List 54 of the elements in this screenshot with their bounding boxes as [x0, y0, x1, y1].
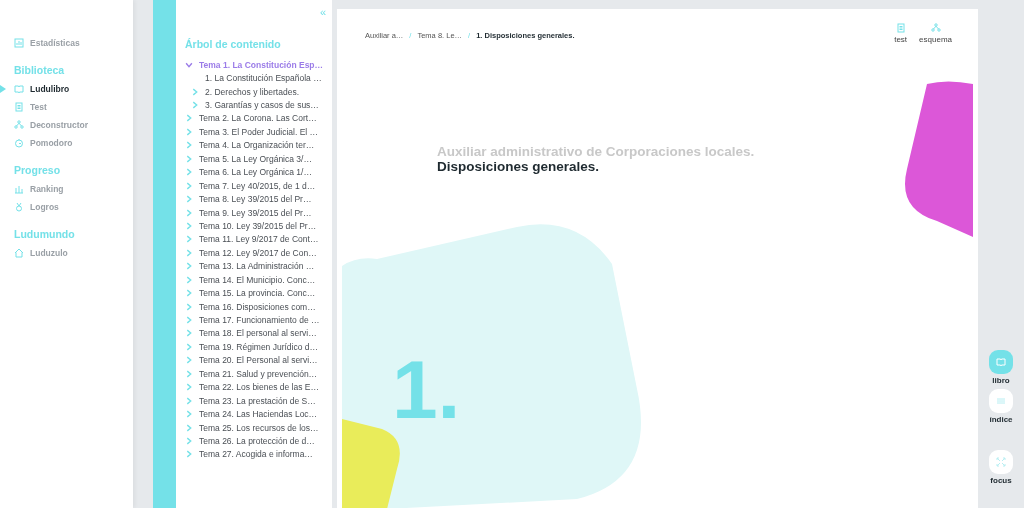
toolbar-button[interactable]: esquema	[919, 23, 952, 44]
tree-item[interactable]: Tema 27. Acogida e informa…	[185, 447, 332, 462]
tree-item[interactable]: Tema 24. Las Haciendas Loc…	[185, 407, 332, 421]
rail-button[interactable]: índice	[989, 389, 1013, 424]
medal-icon	[14, 202, 24, 212]
tree-item[interactable]: Tema 14. El Municipio. Conc…	[185, 273, 332, 287]
tree-item[interactable]: Tema 2. La Corona. Las Cort…	[185, 111, 332, 126]
tree-item[interactable]: Tema 10. Ley 39/2015 del Pr…	[185, 219, 332, 233]
nodes-icon	[14, 120, 24, 130]
clock-icon	[14, 138, 24, 148]
tree-item[interactable]: Tema 12. Ley 9/2017 de Con…	[185, 246, 332, 260]
sidebar-section-title: Ludumundo	[13, 227, 76, 242]
sidebar-section-title: Progreso	[13, 163, 62, 178]
tree-title: Árbol de contenido	[185, 38, 282, 50]
toolbar-button[interactable]: test	[894, 23, 908, 44]
rail-button[interactable]: libro	[989, 350, 1013, 385]
tree-item[interactable]: Tema 20. El Personal al servi…	[185, 353, 332, 368]
tree-item[interactable]: Tema 4. La Organización ter…	[185, 138, 332, 153]
tree-item[interactable]: Tema 19. Régimen Jurídico d…	[185, 340, 332, 354]
tree-item[interactable]: Tema 13. La Administración …	[185, 259, 332, 273]
page-title: Disposiciones generales.	[437, 159, 601, 174]
nodes-icon	[930, 23, 941, 33]
tree-item[interactable]: Tema 17. Funcionamiento de …	[185, 313, 332, 327]
tree-item[interactable]: Tema 18. El personal al servi…	[185, 326, 332, 341]
chapter-number: 1.	[392, 349, 461, 431]
pointer-icon	[0, 85, 6, 93]
tree-item[interactable]: Tema 22. Los bienes de las E…	[185, 380, 332, 394]
tree-item[interactable]: Tema 23. La prestación de S…	[185, 393, 332, 408]
tree-item[interactable]: Tema 3. El Poder Judicial. El …	[185, 125, 332, 139]
tree-item[interactable]: 1. La Constitución Española …	[185, 71, 332, 85]
book-icon	[14, 84, 24, 94]
chart-icon	[14, 38, 24, 48]
tree-item[interactable]: Tema 11. Ley 9/2017 de Cont…	[185, 232, 332, 247]
tree-item[interactable]: Tema 26. La protección de d…	[185, 434, 332, 448]
document-icon	[14, 102, 24, 112]
tree-item[interactable]: Tema 15. La provincia. Conc…	[185, 286, 332, 300]
tree-item[interactable]: Tema 5. La Ley Orgánica 3/…	[185, 152, 332, 166]
bar-chart-icon	[14, 184, 24, 194]
tree-item[interactable]: Tema 7. Ley 40/2015, de 1 d…	[185, 178, 332, 193]
sidebar-section-title: Biblioteca	[13, 63, 66, 78]
tree-item[interactable]: Tema 9. Ley 39/2015 del Pr…	[185, 205, 332, 220]
tree-item[interactable]: Tema 25. Los recursos de los…	[185, 420, 332, 435]
expand-icon	[996, 457, 1006, 467]
tree-item[interactable]: 2. Derechos y libertades.	[185, 84, 332, 99]
book-icon	[996, 357, 1006, 367]
sidebar-item[interactable]: Ludulibro	[0, 80, 133, 98]
home-icon	[14, 248, 24, 258]
document-icon	[895, 23, 906, 33]
tree-item[interactable]: Tema 16. Disposiciones com…	[185, 299, 332, 314]
tree-item[interactable]: Tema 6. La Ley Orgánica 1/…	[185, 165, 332, 179]
rail-button[interactable]: focus	[989, 450, 1013, 485]
tree-item[interactable]: 3. Garantías y casos de sus…	[185, 98, 332, 112]
tree-item[interactable]: Tema 21. Salud y prevención…	[185, 367, 332, 381]
tree-item[interactable]: Tema 8. Ley 39/2015 del Pr…	[185, 192, 332, 206]
